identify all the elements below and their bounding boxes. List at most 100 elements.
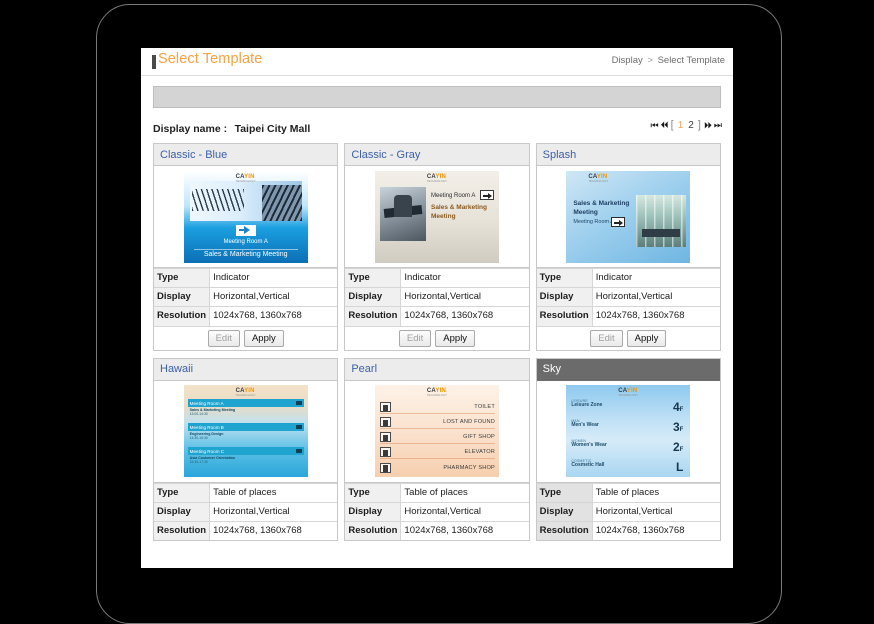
card-preview[interactable]: CAYIN TECHNOLOGY Meeting Room A Sales & … (345, 166, 529, 268)
info-label-type: Type (154, 268, 211, 288)
pager-page-2[interactable]: 2 (687, 120, 695, 131)
cayin-logo-icon: CAYIN TECHNOLOGY (426, 173, 448, 183)
template-card-classic-gray[interactable]: Classic - Gray CAYIN TECHNOLOGY Meeting … (344, 143, 530, 351)
info-label-resolution: Resolution (536, 306, 593, 326)
pager-last-button[interactable]: ⏭ (714, 120, 722, 131)
template-card-classic-blue[interactable]: Classic - Blue CAYIN TECHNOLOGY Meeting … (153, 143, 339, 351)
info-value-resolution: 1024x768, 1360x768 (400, 520, 529, 540)
thumb-event-label: Sales & Marketing Meeting (430, 203, 487, 220)
room-bar: Meeting Room A (187, 399, 304, 407)
apply-button[interactable]: Apply (626, 329, 667, 347)
floor-number: 4F (672, 400, 684, 414)
card-info-table: Type Table of places Display Horizontal,… (345, 482, 529, 540)
pharmacy-icon (379, 462, 391, 473)
info-value-resolution: 1024x768, 1360x768 (400, 306, 529, 326)
info-value-display: Horizontal,Vertical (400, 287, 529, 307)
lost-and-found-icon (379, 417, 391, 427)
list-item: COSMETIC Cosmetic Hall L (571, 459, 686, 477)
info-label-display: Display (536, 287, 593, 307)
info-label-display: Display (154, 501, 211, 521)
room-name: Meeting Room A (189, 400, 224, 406)
apply-button[interactable]: Apply (435, 329, 476, 347)
pager-prev-button[interactable]: ⏴⏴ (661, 120, 669, 131)
card-info-table: Type Table of places Display Horizontal,… (154, 482, 338, 540)
room-name: Meeting Room C (189, 448, 225, 454)
edit-button[interactable]: Edit (590, 329, 623, 347)
restroom-icon (379, 402, 391, 412)
thumb-room-label: Meeting Room A (223, 238, 268, 245)
card-actions: Edit Apply (345, 325, 529, 350)
info-value-type: Table of places (400, 482, 529, 502)
info-value-type: Table of places (209, 482, 338, 502)
cayin-logo-icon: CAYIN TECHNOLOGY (426, 388, 448, 397)
table-row: Resolution 1024x768, 1360x768 (154, 306, 338, 326)
room-bar: Meeting Room C (187, 447, 304, 455)
room-time: 13:00-14:30 (189, 412, 208, 416)
info-label-display: Display (345, 287, 402, 307)
list-item: WOMEN Women's Wear 2F (571, 439, 686, 459)
direction-arrow-icon (611, 216, 626, 227)
card-title: Hawaii (154, 358, 338, 381)
apply-button[interactable]: Apply (243, 329, 284, 347)
place-label: TOILET (474, 404, 495, 410)
list-item: Meeting Room C Asia Customer Orientation… (187, 447, 304, 468)
floor-title: Women's Wear (571, 442, 607, 448)
card-info-table: Type Indicator Display Horizontal,Vertic… (154, 268, 338, 326)
pagination: ⏮ ⏴⏴ [ 1 2 ] ⏵⏵ ⏭ (651, 119, 723, 131)
cayin-logo-icon: CAYIN TECHNOLOGY (235, 173, 256, 183)
thumb-event-label: Sales & Marketing Meeting (573, 199, 630, 216)
direction-arrow-icon (479, 189, 494, 200)
table-row: Type Table of places (345, 482, 529, 502)
card-preview[interactable]: CAYIN TECHNOLOGY Meeting Room A Sales & … (154, 166, 338, 268)
table-row: Display Horizontal,Vertical (536, 501, 720, 521)
page-title: Select Template (158, 51, 263, 67)
logo-subtitle: TECHNOLOGY (235, 179, 256, 183)
logo-subtitle: TECHNOLOGY (426, 179, 448, 183)
template-card-hawaii[interactable]: Hawaii CAYIN TECHNOLOGY Meeting Room A S… (153, 357, 339, 541)
edit-button[interactable]: Edit (207, 329, 240, 347)
info-value-type: Indicator (592, 268, 720, 288)
info-label-display: Display (154, 287, 211, 307)
list-item: LEISURE Leisure Zone 4F (571, 399, 686, 419)
card-preview[interactable]: CAYIN TECHNOLOGY Sales & Marketing Meeti… (536, 166, 720, 268)
breadcrumb-root[interactable]: Display (612, 55, 643, 66)
place-label: GIFT SHOP (463, 434, 495, 440)
edit-button[interactable]: Edit (398, 329, 432, 347)
card-actions: Edit Apply (536, 325, 720, 350)
table-row: Type Indicator (536, 268, 720, 288)
table-row: Resolution 1024x768, 1360x768 (536, 306, 720, 326)
cayin-logo-icon: CAYIN TECHNOLOGY (588, 173, 609, 183)
card-preview[interactable]: CAYIN TECHNOLOGY LEISURE Leisure Zone 4F… (536, 380, 720, 483)
status-icon (295, 401, 302, 405)
card-title: Sky (536, 358, 720, 381)
template-card-sky[interactable]: Sky CAYIN TECHNOLOGY LEISURE Leisure Zon… (535, 357, 721, 541)
pager-page-1[interactable]: 1 (677, 120, 685, 131)
pager-first-button[interactable]: ⏮ (651, 120, 659, 131)
floor-title: Men's Wear (571, 422, 599, 428)
floor-title: Leisure Zone (571, 402, 603, 408)
list-item: ELEVATOR (379, 446, 495, 459)
info-value-display: Horizontal,Vertical (400, 501, 529, 521)
info-value-type: Indicator (209, 268, 338, 288)
list-item: Meeting Room A Sales & Marketing Meeting… (187, 399, 304, 420)
info-label-resolution: Resolution (154, 306, 211, 326)
card-title: Pearl (345, 358, 529, 381)
gift-shop-icon (379, 432, 391, 442)
thumb-event-label: Sales & Marketing Meeting (203, 250, 288, 258)
breadcrumb: Display > Select Template (612, 55, 725, 66)
template-card-splash[interactable]: Splash CAYIN TECHNOLOGY Sales & Marketin… (535, 143, 721, 351)
place-label: LOST AND FOUND (443, 419, 495, 425)
info-label-display: Display (536, 501, 593, 521)
info-label-resolution: Resolution (154, 520, 211, 540)
card-preview[interactable]: CAYIN TECHNOLOGY Meeting Room A Sales & … (154, 380, 338, 483)
pager-next-button[interactable]: ⏵⏵ (704, 120, 712, 131)
info-value-display: Horizontal,Vertical (592, 501, 720, 521)
template-card-pearl[interactable]: Pearl CAYIN TECHNOLOGY TOILET LOST AND F… (344, 357, 530, 541)
info-label-display: Display (345, 501, 402, 521)
card-info-table: Type Table of places Display Horizontal,… (536, 482, 720, 540)
info-value-resolution: 1024x768, 1360x768 (209, 306, 338, 326)
info-value-type: Table of places (592, 482, 720, 502)
card-preview[interactable]: CAYIN TECHNOLOGY TOILET LOST AND FOUND G… (345, 380, 529, 483)
info-value-resolution: 1024x768, 1360x768 (592, 306, 720, 326)
floor-number: L (675, 460, 684, 474)
